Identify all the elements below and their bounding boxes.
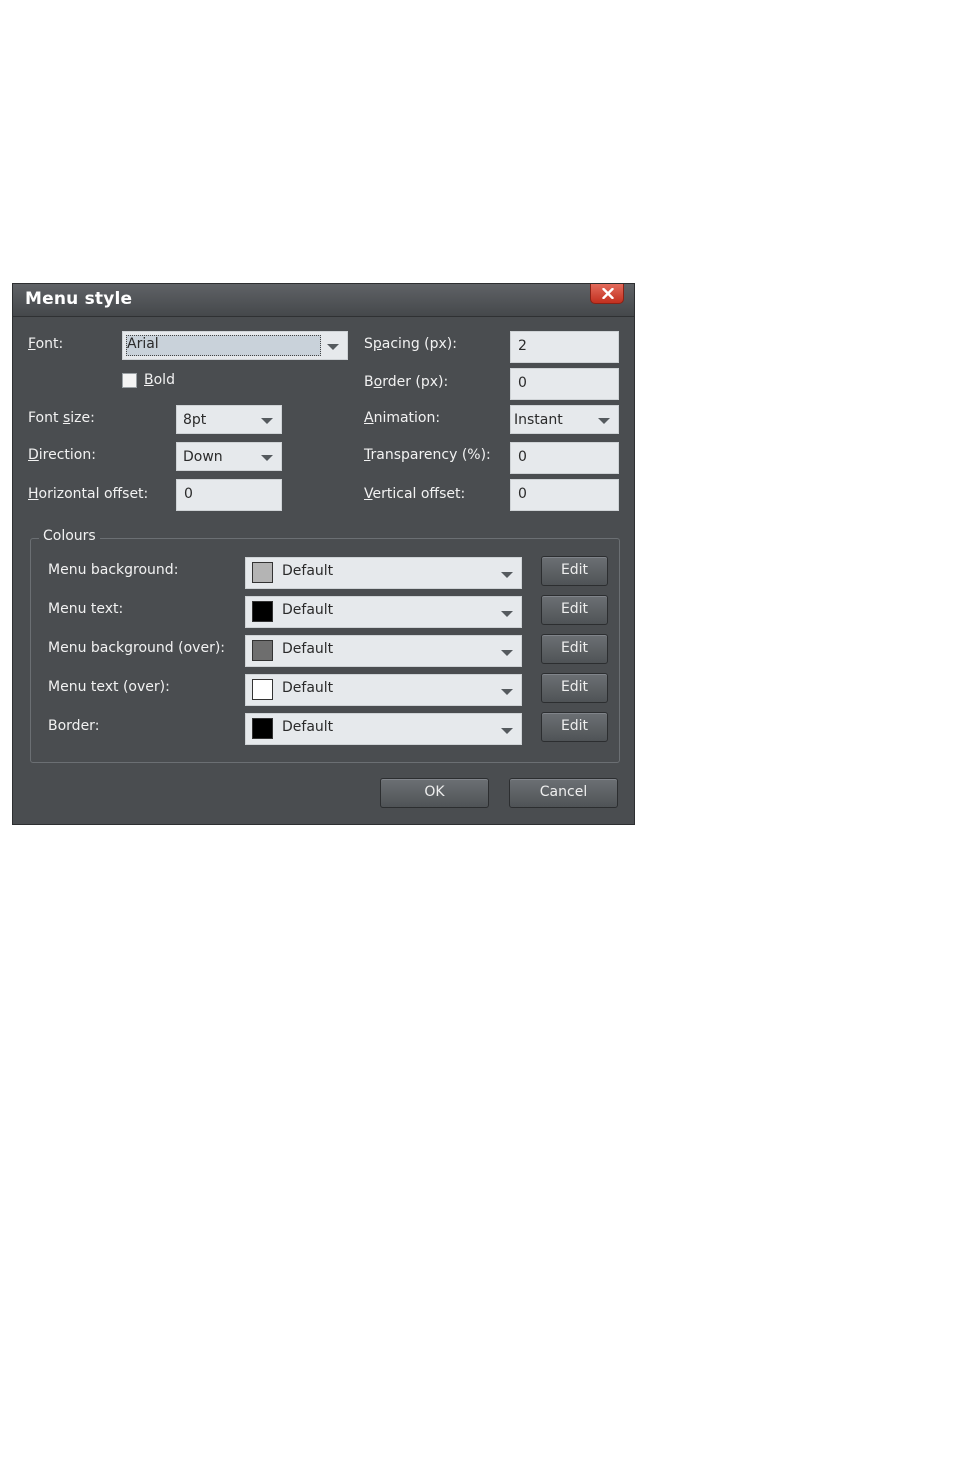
font-size-value: 8pt (183, 412, 207, 428)
spacing-label: Spacing (px): (364, 336, 457, 352)
transparency-input[interactable]: 0 (510, 442, 619, 474)
chevron-down-icon (501, 572, 513, 578)
dialog-title: Menu style (25, 289, 133, 309)
spacing-input[interactable]: 2 (510, 331, 619, 363)
title-bar[interactable]: Menu style (13, 284, 634, 317)
chevron-down-icon (261, 455, 273, 461)
animation-label: Animation: (364, 410, 441, 426)
edit-menu-background-over-button[interactable]: Edit (541, 634, 608, 664)
horizontal-offset-label: Horizontal offset: (28, 486, 149, 502)
ok-button[interactable]: OK (380, 778, 489, 808)
bold-label: Bold (144, 372, 175, 388)
direction-label: Direction: (28, 447, 96, 463)
chevron-down-icon (501, 689, 513, 695)
transparency-label: Transparency (%): (364, 447, 491, 463)
border-colour-value: Default (282, 719, 334, 735)
colour-swatch (252, 679, 273, 700)
menu-text-select[interactable]: Default (245, 596, 522, 628)
font-select[interactable]: Arial (122, 331, 348, 360)
menu-background-over-value: Default (282, 641, 334, 657)
chevron-down-icon (261, 418, 273, 424)
border-colour-select[interactable]: Default (245, 713, 522, 745)
menu-background-select[interactable]: Default (245, 557, 522, 589)
edit-menu-background-button[interactable]: Edit (541, 556, 608, 586)
close-button[interactable] (590, 284, 624, 304)
menu-text-value: Default (282, 602, 334, 618)
direction-value: Down (183, 449, 223, 465)
chevron-down-icon (598, 418, 610, 424)
menu-text-over-label: Menu text (over): (48, 679, 170, 695)
border-px-input[interactable]: 0 (510, 368, 619, 400)
bold-checkbox[interactable] (122, 373, 137, 388)
edit-menu-text-button[interactable]: Edit (541, 595, 608, 625)
menu-background-label: Menu background: (48, 562, 179, 578)
colour-swatch (252, 601, 273, 622)
cancel-button[interactable]: Cancel (509, 778, 618, 808)
chevron-down-icon (327, 344, 339, 350)
menu-background-value: Default (282, 563, 334, 579)
menu-text-over-select[interactable]: Default (245, 674, 522, 706)
horizontal-offset-input[interactable]: 0 (176, 479, 282, 511)
colour-swatch (252, 718, 273, 739)
colour-swatch (252, 562, 273, 583)
vertical-offset-input[interactable]: 0 (510, 479, 619, 511)
chevron-down-icon (501, 611, 513, 617)
menu-background-over-label: Menu background (over): (48, 640, 226, 656)
colours-group-title: Colours (39, 528, 100, 544)
menu-style-dialog: Menu style Font: Arial Bold Font size: 8… (12, 283, 635, 825)
font-select-value: Arial (127, 336, 159, 352)
animation-select[interactable]: Instant (510, 405, 619, 434)
font-size-label: Font size: (28, 410, 95, 426)
border-colour-label: Border: (48, 718, 100, 734)
menu-text-label: Menu text: (48, 601, 124, 617)
menu-background-over-select[interactable]: Default (245, 635, 522, 667)
close-x-icon (602, 288, 614, 299)
font-label: Font: (28, 336, 64, 352)
chevron-down-icon (501, 728, 513, 734)
edit-menu-text-over-button[interactable]: Edit (541, 673, 608, 703)
animation-value: Instant (514, 412, 563, 428)
menu-text-over-value: Default (282, 680, 334, 696)
chevron-down-icon (501, 650, 513, 656)
colour-swatch (252, 640, 273, 661)
font-size-select[interactable]: 8pt (176, 405, 282, 434)
edit-border-colour-button[interactable]: Edit (541, 712, 608, 742)
colours-group: Colours Menu background: Default Edit Me… (30, 528, 620, 763)
direction-select[interactable]: Down (176, 442, 282, 471)
border-px-label: Border (px): (364, 374, 449, 390)
vertical-offset-label: Vertical offset: (364, 486, 466, 502)
